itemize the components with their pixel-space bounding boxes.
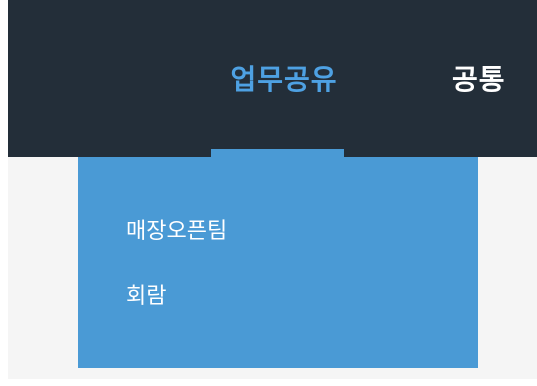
screenshot-root: 업무공유 공통 매장오픈팀 회람 <box>0 0 537 386</box>
work-share-dropdown-menu: 매장오픈팀 회람 <box>78 157 478 368</box>
nav-menu-work-share[interactable]: 업무공유 <box>216 58 352 102</box>
nav-menu-common[interactable]: 공통 <box>452 58 537 102</box>
top-navigation-bar: 업무공유 공통 <box>8 0 537 157</box>
active-menu-indicator <box>211 149 344 157</box>
dropdown-item-store-open-team[interactable]: 매장오픈팀 <box>126 215 227 249</box>
dropdown-item-circular[interactable]: 회람 <box>126 280 166 314</box>
